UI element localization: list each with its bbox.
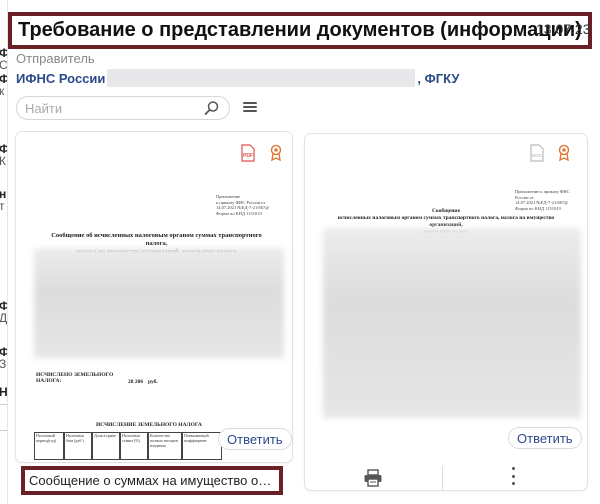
redacted-content — [323, 228, 581, 418]
attachment-card[interactable]: DOC Приложение к приказу ФНС России от 1… — [305, 134, 587, 490]
doc-header-small: Приложение к приказу ФНС России от 14.07… — [216, 194, 270, 216]
document-date: 13.07.23 — [536, 21, 591, 37]
redacted-content — [34, 248, 284, 358]
search-icon[interactable] — [203, 99, 221, 117]
strip-divider — [0, 404, 7, 405]
signature-badge-icon — [555, 144, 573, 162]
strip-letter: к — [0, 84, 4, 98]
doc-table-header: Повышающий коэффициент — [182, 432, 222, 460]
doc-table-header: Доля в праве — [92, 432, 120, 460]
strip-letter: Д — [0, 311, 7, 325]
reply-button[interactable]: Ответить — [508, 427, 582, 449]
search-input[interactable] — [25, 100, 200, 116]
doc-table-header: Налоговая база (руб.) — [64, 432, 92, 460]
strip-letter: Н — [0, 385, 7, 399]
sender-name[interactable]: ИФНС России , ФГКУ — [16, 69, 459, 87]
print-icon[interactable] — [363, 469, 383, 487]
sender-name-suffix: , ФГКУ — [417, 70, 460, 86]
doc-table: Налоговый период(год) Налоговая база (ру… — [34, 432, 222, 460]
doc-total-label: ИСЧИСЛЕНО ЗЕМЕЛЬНОГО НАЛОГА: — [36, 372, 114, 384]
strip-letter: т — [0, 199, 5, 213]
document-preview[interactable]: PDF Приложение к приказу ФНС России от 1… — [16, 132, 292, 462]
sender-label: Отправитель — [16, 51, 95, 66]
svg-text:PDF: PDF — [243, 153, 253, 159]
reply-button[interactable]: Ответить — [218, 428, 292, 450]
doc-table-header: Налоговая ставка (%) — [120, 432, 148, 460]
page-title: Требование о представлении документов (и… — [18, 19, 582, 41]
footer-divider — [442, 466, 443, 490]
attachment-card[interactable]: PDF Приложение к приказу ФНС России от 1… — [16, 132, 292, 462]
doc-section-title: ИСЧИСЛЕНИЕ ЗЕМЕЛЬНОГО НАЛОГА — [96, 422, 202, 428]
doc-table-header: Количество полных месяцев владения — [148, 432, 182, 460]
strip-letter: З — [0, 357, 6, 371]
attachment-caption[interactable]: Сообщение о суммах на имущество орг... — [29, 473, 275, 488]
caption-highlight: Сообщение о суммах на имущество орг... — [21, 466, 283, 495]
menu-icon[interactable] — [243, 100, 257, 114]
pdf-file-icon: PDF — [239, 144, 257, 162]
svg-text:DOC: DOC — [532, 153, 543, 158]
more-vertical-icon[interactable] — [510, 467, 516, 485]
background-list-strip: Ф С Ф к Ф К н т Ф Д Ф З Н — [0, 0, 8, 504]
doc-table-header: Налоговый период(год) — [34, 432, 64, 460]
redacted-text — [107, 69, 416, 87]
strip-letter: С — [0, 58, 7, 72]
file-icon: DOC — [528, 144, 546, 162]
strip-divider — [0, 430, 7, 431]
page-title-highlight: Требование о представлении документов (и… — [8, 12, 592, 49]
strip-letter: К — [0, 154, 6, 168]
doc-total-unit: руб. — [148, 379, 158, 385]
doc-total-value: 28 206 — [128, 379, 144, 385]
sender-name-prefix: ИФНС России — [16, 70, 106, 86]
signature-badge-icon — [267, 144, 285, 162]
document-preview[interactable]: DOC Приложение к приказу ФНС России от 1… — [305, 134, 587, 434]
search-box[interactable] — [16, 96, 230, 120]
